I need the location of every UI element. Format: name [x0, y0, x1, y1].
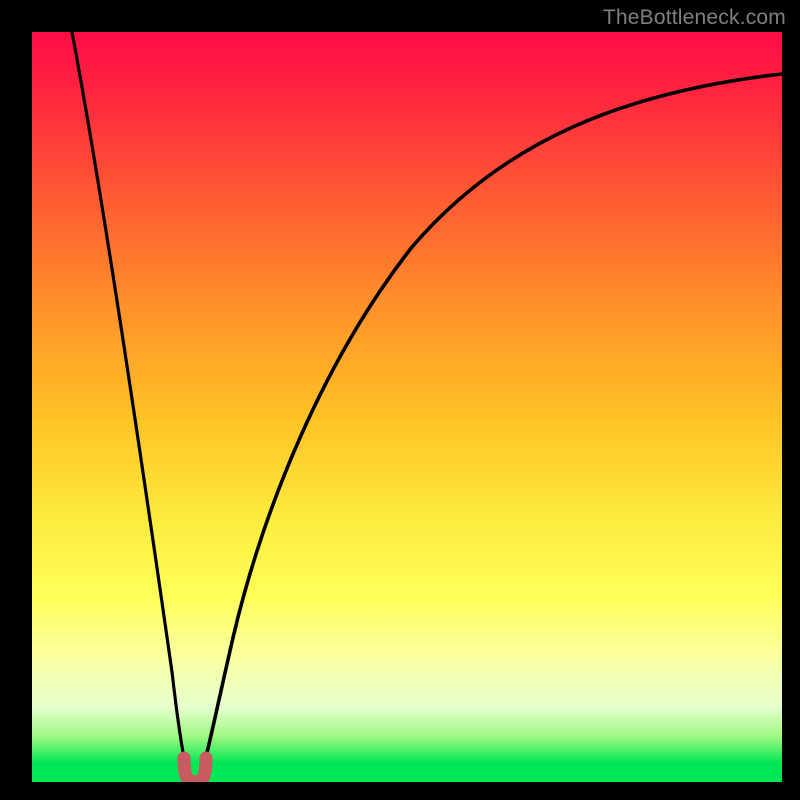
curve-left-branch [72, 32, 188, 772]
min-marker-u [184, 758, 206, 782]
plot-area [32, 32, 782, 782]
watermark-text: TheBottleneck.com [603, 6, 786, 30]
bottleneck-curve [32, 32, 782, 782]
chart-frame: TheBottleneck.com [0, 0, 800, 800]
curve-right-branch [202, 74, 782, 772]
